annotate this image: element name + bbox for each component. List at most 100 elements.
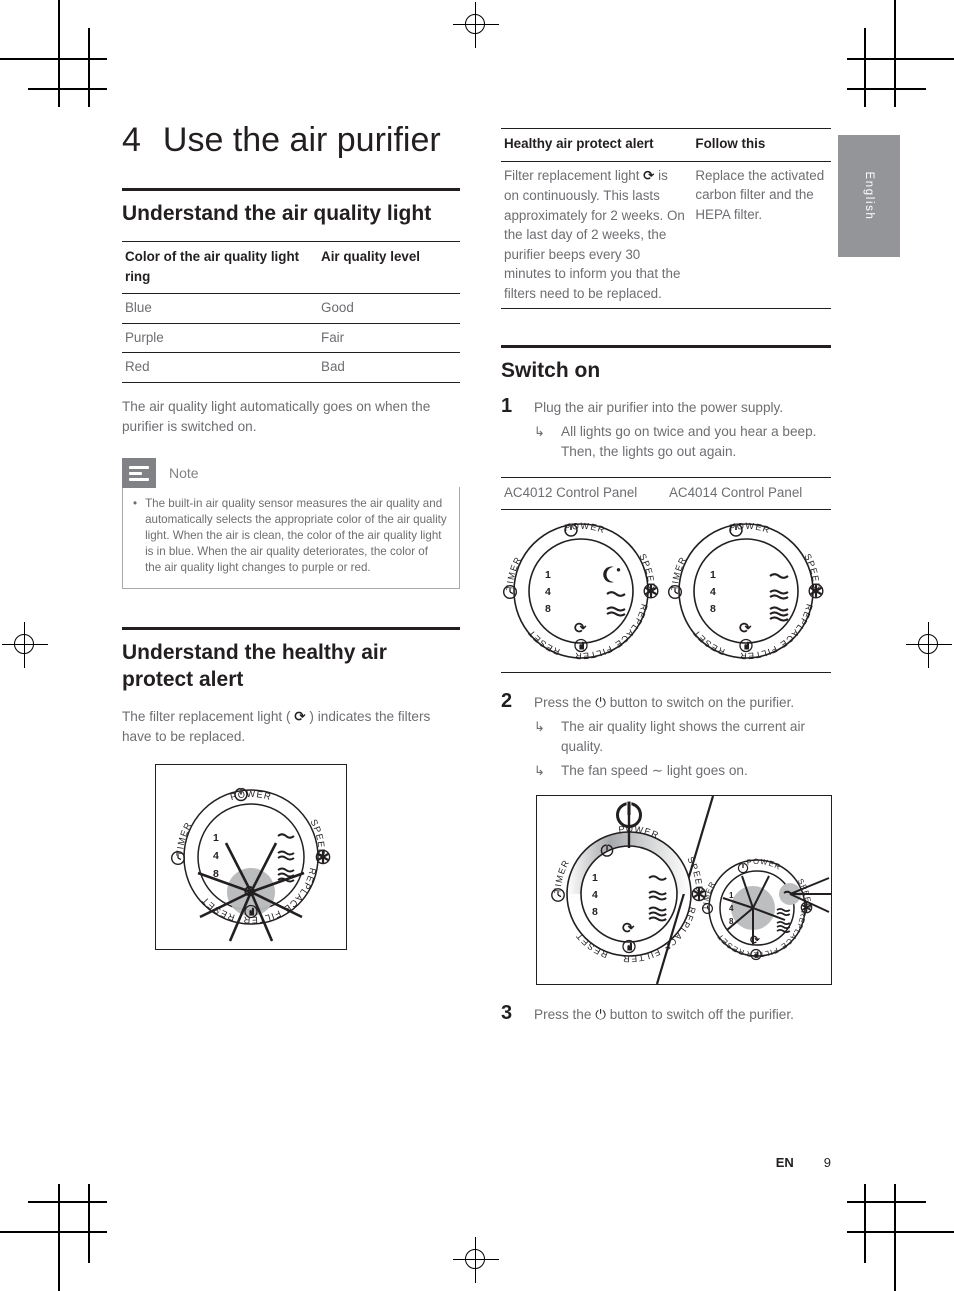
chapter-number: 4 bbox=[122, 121, 141, 159]
alert-text-a: Filter replacement light bbox=[504, 167, 644, 183]
svg-text:TIMER: TIMER bbox=[505, 555, 524, 591]
svg-text:1: 1 bbox=[592, 872, 598, 884]
substep-text: The fan speed ∼ light goes on. bbox=[561, 762, 748, 778]
svg-text:⟳: ⟳ bbox=[622, 919, 635, 937]
col-header-ac4014: AC4014 Control Panel bbox=[666, 476, 831, 510]
svg-text:TIMER: TIMER bbox=[175, 820, 194, 856]
filter-replacement-icon: ⟳ bbox=[622, 919, 635, 937]
table-row: Blue Good bbox=[122, 293, 460, 324]
table-row: POWER TIMER SPEED REPLACE FILTER RESET bbox=[501, 509, 831, 673]
svg-text:⟳: ⟳ bbox=[574, 619, 587, 637]
wave-1-icon bbox=[769, 573, 789, 579]
registration-mark-top bbox=[453, 2, 499, 48]
svg-text:⟳: ⟳ bbox=[244, 882, 258, 901]
cell-color: Red bbox=[122, 352, 319, 383]
svg-text:RESET: RESET bbox=[526, 627, 562, 657]
crop-mark bbox=[847, 1201, 926, 1203]
hand-press-icon bbox=[574, 638, 588, 653]
crop-mark bbox=[0, 1231, 107, 1233]
wave-3-icon bbox=[769, 606, 789, 622]
table-header-row: Healthy air protect alert Follow this bbox=[501, 128, 831, 162]
registration-mark-right bbox=[906, 622, 952, 668]
crop-mark bbox=[28, 1201, 107, 1203]
chapter-title: Use the air purifier bbox=[162, 121, 441, 159]
table-row: Filter replacement light ⟳ is on continu… bbox=[501, 161, 831, 309]
crop-mark bbox=[864, 1184, 866, 1263]
svg-text:4: 4 bbox=[592, 889, 598, 901]
svg-text:4: 4 bbox=[213, 850, 219, 862]
alert-text-b: is on continuously. This lasts approxima… bbox=[504, 167, 685, 301]
arrow-icon: ↳ bbox=[534, 423, 545, 439]
wave-2-icon bbox=[769, 589, 789, 600]
step-1: 1 Plug the air purifier into the power s… bbox=[501, 396, 831, 463]
svg-text:POWER: POWER bbox=[728, 521, 771, 535]
step-substep: ↳ The air quality light shows the curren… bbox=[534, 717, 831, 758]
step-number: 2 bbox=[501, 690, 513, 712]
svg-text:1: 1 bbox=[213, 832, 219, 844]
step-text-b: button to switch off the purifier. bbox=[605, 1007, 794, 1022]
note-bullet: • bbox=[133, 496, 138, 510]
svg-text:8: 8 bbox=[729, 917, 734, 926]
cell-follow: Replace the activated carbon filter and … bbox=[692, 161, 831, 309]
healthy-air-protect-alert-table: Healthy air protect alert Follow this Fi… bbox=[501, 128, 831, 309]
svg-text:4: 4 bbox=[729, 904, 734, 913]
note-label: Note bbox=[169, 464, 199, 481]
step-3: 3 Press the ⏻ button to switch off the p… bbox=[501, 1003, 831, 1026]
note-header: Note bbox=[122, 457, 460, 488]
crop-mark bbox=[864, 28, 866, 107]
arrow-icon: ↳ bbox=[534, 718, 545, 734]
note-box: Note • The built-in air quality sensor m… bbox=[122, 457, 460, 589]
step-content: Press the ⏻ button to switch off the pur… bbox=[534, 1003, 831, 1026]
col-header-follow: Follow this bbox=[692, 128, 831, 162]
wave-2-icon bbox=[606, 606, 626, 617]
footer-locale: EN bbox=[775, 1155, 794, 1170]
section-heading-air-quality-light: Understand the air quality light bbox=[122, 202, 432, 225]
svg-text:8: 8 bbox=[592, 906, 598, 918]
wave-1-icon bbox=[606, 591, 626, 597]
figure-press-power-button: POWER TIMER SPEED REPLACE FILTER RESET bbox=[536, 795, 832, 985]
fan-icon bbox=[643, 583, 659, 599]
hand-press-icon bbox=[739, 638, 753, 653]
cell-ac4012-diagram: POWER TIMER SPEED REPLACE FILTER RESET bbox=[501, 509, 666, 673]
wave-1-icon bbox=[648, 875, 667, 881]
crop-mark bbox=[88, 28, 90, 107]
section-heading-healthy-air-protect-alert: Understand the healthy air protect alert bbox=[122, 640, 387, 691]
control-panel-diagram: POWER TIMER SPEED REPLACE FILTER RESET 1… bbox=[170, 787, 331, 942]
fan-icon bbox=[808, 583, 824, 599]
moon-icon bbox=[603, 566, 621, 583]
step-content: Press the ⏻ button to switch on the puri… bbox=[534, 691, 831, 781]
note-item: • The built-in air quality sensor measur… bbox=[133, 496, 447, 577]
svg-text:RESET: RESET bbox=[691, 627, 727, 657]
power-icon: ⏻ bbox=[595, 695, 606, 711]
power-icon bbox=[737, 862, 749, 874]
col-header-alert: Healthy air protect alert bbox=[501, 128, 693, 162]
registration-mark-left bbox=[2, 622, 48, 668]
substep-text: The air quality light shows the current … bbox=[561, 718, 806, 755]
wave-2-icon bbox=[648, 890, 667, 901]
crop-mark bbox=[0, 58, 107, 60]
crop-mark bbox=[88, 1184, 90, 1263]
note-item-text: The built-in air quality sensor measures… bbox=[145, 496, 447, 575]
control-panel-table: AC4012 Control Panel AC4014 Control Pane… bbox=[501, 476, 831, 673]
table-header-row: Color of the air quality light ring Air … bbox=[122, 241, 460, 294]
step-text-a: Press the bbox=[534, 695, 596, 710]
table-row: Purple Fair bbox=[122, 323, 460, 353]
section-heading-switch-on: Switch on bbox=[501, 359, 601, 382]
col-header-level: Air quality level bbox=[318, 241, 460, 294]
cell-level: Fair bbox=[318, 323, 460, 353]
svg-text:1: 1 bbox=[710, 569, 716, 581]
healthy-air-paragraph: The filter replacement light ( ⟳ ) indic… bbox=[122, 707, 460, 748]
svg-text:1: 1 bbox=[545, 569, 551, 581]
registration-mark-bottom bbox=[453, 1237, 499, 1283]
svg-text:RESET: RESET bbox=[715, 932, 745, 957]
svg-text:⟳: ⟳ bbox=[750, 933, 760, 947]
step-text-a: Press the bbox=[534, 1007, 596, 1022]
language-tab: English bbox=[838, 135, 900, 257]
page-footer: EN 9 bbox=[501, 1155, 831, 1170]
step-text-b: button to switch on the purifier. bbox=[605, 695, 795, 710]
cell-color: Blue bbox=[122, 293, 319, 324]
svg-text:POWER: POWER bbox=[563, 521, 606, 535]
figure-filter-light-flashing: POWER TIMER SPEED REPLACE FILTER RESET 1… bbox=[155, 763, 347, 950]
svg-text:8: 8 bbox=[545, 603, 551, 615]
language-tab-label: English bbox=[863, 171, 875, 221]
